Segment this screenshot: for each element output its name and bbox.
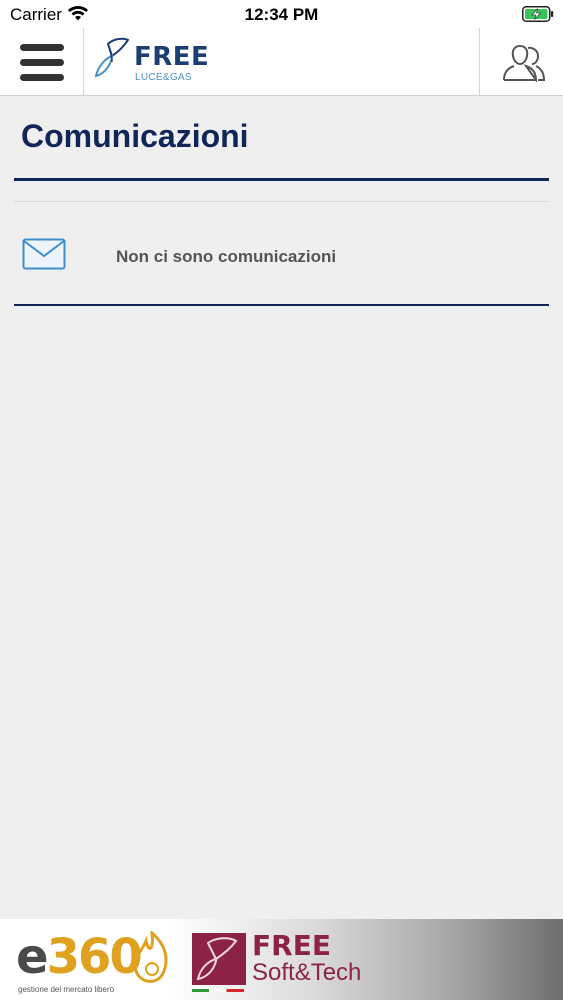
nav-bar: FREE LUCE&GAS xyxy=(0,28,563,96)
status-time: 12:34 PM xyxy=(244,5,319,24)
free-softtech-logo: FREE Soft&Tech xyxy=(192,929,392,995)
page-title: Comunicazioni xyxy=(21,118,249,154)
empty-messages-row: Non ci sono comunicazioni xyxy=(14,202,549,304)
empty-messages-text: Non ci sono comunicazioni xyxy=(116,247,337,266)
italian-flag-strip xyxy=(192,989,244,992)
butterfly-icon xyxy=(94,37,130,78)
envelope-icon xyxy=(22,238,66,270)
menu-button[interactable] xyxy=(0,28,84,96)
free-softtech-subtitle: Soft&Tech xyxy=(252,959,362,986)
e360-number: 360 xyxy=(46,929,143,985)
users-icon xyxy=(503,44,546,82)
butterfly-icon xyxy=(196,937,238,981)
free-luce-gas-logo: FREE LUCE&GAS xyxy=(94,36,224,88)
e360-letter: e xyxy=(16,929,49,985)
free-softtech-word: FREE xyxy=(252,929,331,962)
hamburger-menu-icon xyxy=(20,74,64,81)
hamburger-menu-icon xyxy=(20,59,64,66)
list-bottom-divider xyxy=(14,304,549,306)
battery-charging-icon xyxy=(522,6,554,22)
logo-word: FREE xyxy=(134,42,210,72)
hamburger-menu-icon xyxy=(20,44,64,51)
free-softtech-mark xyxy=(192,933,246,985)
title-divider xyxy=(14,178,549,181)
logo-subtitle: LUCE&GAS xyxy=(135,72,192,83)
e360-logo: e360 gestione del mercato libero xyxy=(14,925,174,995)
profile-button[interactable] xyxy=(479,28,563,96)
flame-icon xyxy=(133,931,168,983)
footer-banner[interactable]: e360 gestione del mercato libero FREE So… xyxy=(0,919,563,1000)
e360-wordmark: e360 xyxy=(16,929,143,985)
e360-tagline: gestione del mercato libero xyxy=(18,985,115,994)
status-bar: Carrier 12:34 PM xyxy=(0,0,563,28)
